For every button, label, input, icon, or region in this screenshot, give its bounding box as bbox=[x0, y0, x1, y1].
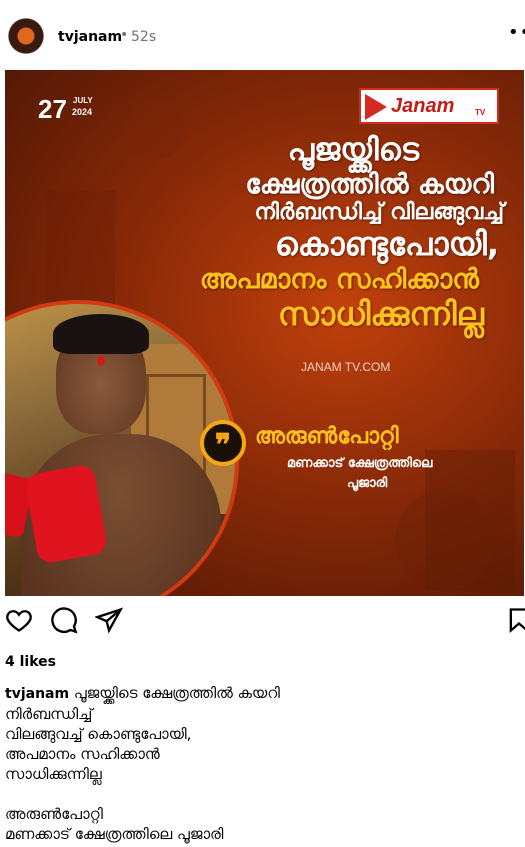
heart-icon[interactable] bbox=[5, 606, 33, 634]
caption-text: അപമാനം സഹിക്കാൻ bbox=[5, 745, 160, 763]
speaker-role: പൂജാരി bbox=[347, 476, 388, 491]
bookmark-icon[interactable] bbox=[505, 606, 525, 634]
headline-line: അപമാനം സഹിക്കാൻ bbox=[199, 264, 479, 296]
date-day: 27 bbox=[38, 94, 67, 124]
likes-count[interactable]: 4 likes bbox=[5, 654, 56, 670]
headline-line: ക്ഷേത്രത്തിൽ കയറി bbox=[245, 168, 494, 200]
speaker-name: അരുൺപോറ്റി bbox=[255, 424, 399, 449]
caption-text: സാധിക്കുന്നില്ല bbox=[5, 765, 102, 783]
quote-icon: ❞ bbox=[200, 420, 246, 466]
date-year: 2024 bbox=[72, 107, 93, 117]
play-triangle-icon bbox=[365, 94, 387, 120]
headline-line: പൂജയ്ക്കിടെ bbox=[287, 132, 419, 168]
caption-text: മണക്കാട് ക്ഷേത്രത്തിലെ പൂജാരി bbox=[5, 825, 224, 843]
post-header: tvjanam • 52s ••• bbox=[0, 0, 525, 70]
caption-username[interactable]: tvjanam bbox=[5, 686, 69, 702]
post-username[interactable]: tvjanam bbox=[58, 29, 122, 45]
caption-text: പൂജയ്ക്കിടെ ക്ഷേത്രത്തിൽ കയറി bbox=[73, 684, 280, 702]
caption-text: നിർബന്ധിച്ച് bbox=[5, 705, 93, 723]
post-image[interactable]: 27 JULY 2024 Janam TV പൂജയ്ക്കിടെ ക്ഷേത്… bbox=[5, 70, 524, 596]
date-month: JULY bbox=[73, 96, 93, 105]
action-bar bbox=[0, 606, 525, 646]
post-timestamp[interactable]: 52s bbox=[131, 29, 156, 45]
avatar[interactable] bbox=[8, 18, 44, 54]
logo-suffix: TV bbox=[475, 108, 486, 117]
logo-text: Janam bbox=[391, 95, 455, 117]
janam-tv-logo: Janam TV bbox=[359, 88, 499, 124]
caption-text: വിലങ്ങുവച്ച് കൊണ്ടുപോയി, bbox=[5, 725, 192, 743]
separator-dot: • bbox=[120, 27, 129, 43]
headline: പൂജയ്ക്കിടെ ക്ഷേത്രത്തിൽ കയറി നിർബന്ധിച്… bbox=[144, 132, 504, 334]
caption-text: അരുൺപോറ്റി bbox=[5, 805, 103, 823]
speaker-role: മണക്കാട് ക്ഷേത്രത്തിലെ bbox=[287, 456, 433, 471]
headline-line: നിർബന്ധിച്ച് വിലങ്ങുവച്ച് bbox=[254, 200, 504, 226]
caption: tvjanam പൂജയ്ക്കിടെ ക്ഷേത്രത്തിൽ കയറി നി… bbox=[5, 683, 505, 844]
send-icon[interactable] bbox=[94, 606, 124, 634]
headline-line: കൊണ്ടുപോയി, bbox=[274, 225, 499, 264]
headline-line: സാധിക്കുന്നില്ല bbox=[277, 295, 484, 333]
more-options-icon[interactable]: ••• bbox=[508, 22, 525, 43]
tilak-mark bbox=[97, 356, 105, 366]
comment-icon[interactable] bbox=[50, 606, 78, 634]
person-hair bbox=[53, 314, 149, 354]
social-handle: JANAM TV.COM bbox=[301, 360, 391, 374]
